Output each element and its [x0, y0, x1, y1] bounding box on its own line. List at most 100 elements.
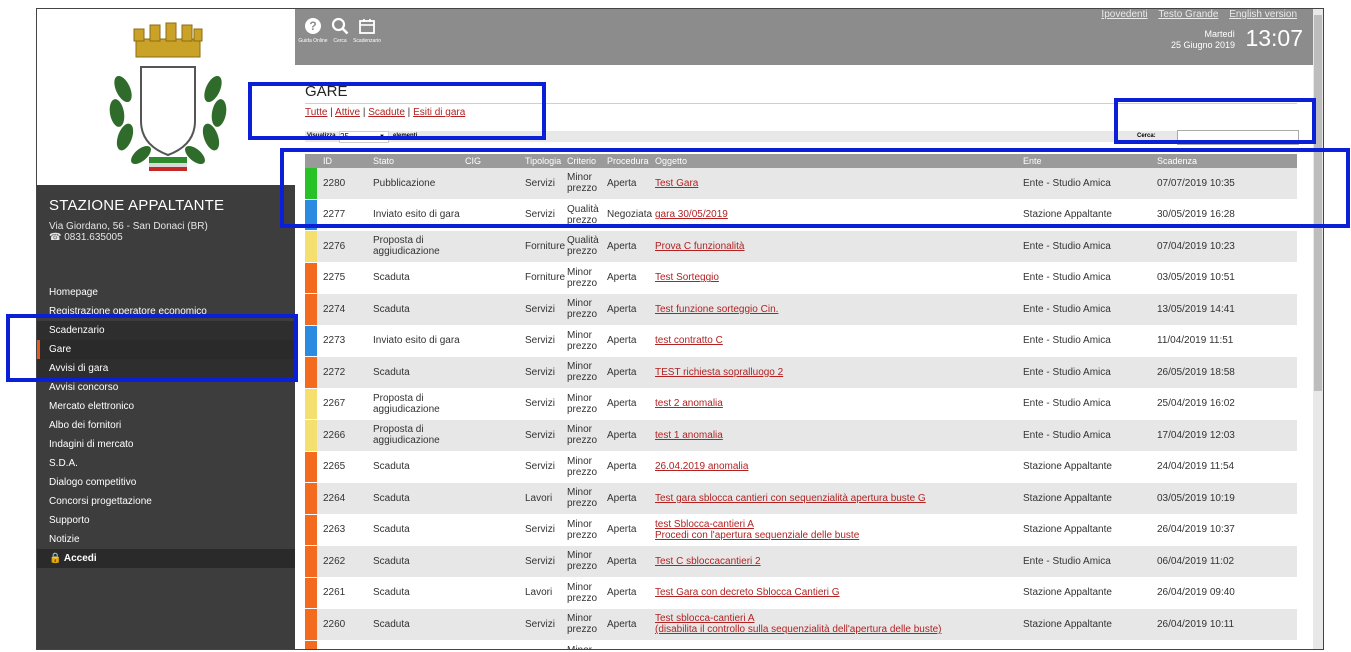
- cell-criterio-text: Minor prezzo: [567, 487, 598, 510]
- table-row[interactable]: 2266 Proposta di aggiudicazione Servizi Min…: [305, 420, 1297, 452]
- gara-link[interactable]: Test funzione sorteggio Cin.: [655, 304, 778, 315]
- cell-stato: Scaduta: [373, 546, 463, 577]
- cell-ente-text: Ente - Studio Amica: [1023, 335, 1111, 347]
- cell-tipologia-text: Servizi: [525, 335, 556, 347]
- cell-procedura-text: Aperta: [607, 429, 637, 441]
- cell-stato-text: Proposta di aggiudicazione: [373, 424, 440, 447]
- sidebar-item-mercato[interactable]: Mercato elettronico: [37, 397, 295, 416]
- cell-scadenza-text: 07/04/2019 10:23: [1157, 240, 1235, 252]
- gara-link[interactable]: Test Sorteggio: [655, 272, 719, 283]
- cell-stato-text: Scaduta: [373, 366, 410, 378]
- status-color-bar: [305, 451, 317, 482]
- cell-procedura-text: Aperta: [607, 555, 637, 567]
- gara-link[interactable]: Test Gara con decreto Sblocca Cantieri G: [655, 587, 840, 598]
- table-row[interactable]: 2260 Scaduta Servizi Minor prezzo Aperta Test…: [305, 609, 1297, 641]
- cell-tipologia-text: Servizi: [525, 555, 556, 567]
- cell-procedura-text: Aperta: [607, 272, 637, 284]
- gara-link[interactable]: Prova C funzionalità: [655, 241, 745, 252]
- sidebar-item-supporto[interactable]: Supporto: [37, 511, 295, 530]
- cell-procedura-text: Aperta: [607, 335, 637, 347]
- cell-id-text: 2267: [323, 398, 346, 410]
- gara-link-subtitle[interactable]: (disabilita il controllo sulla sequenzia…: [655, 624, 942, 635]
- sidebar-item-accedi[interactable]: 🔒 Accedi: [37, 549, 295, 568]
- gara-link[interactable]: 26.04.2019 anomalia: [655, 461, 748, 472]
- cell-tipologia: Forniture: [525, 231, 567, 262]
- cell-criterio-text: Minor prezzo: [567, 392, 598, 415]
- cell-oggetto: Test Sorteggio: [655, 263, 1019, 294]
- cell-scadenza: 24/04/2019 11:54: [1157, 452, 1287, 483]
- gara-link[interactable]: test Sblocca-cantieri A: [655, 519, 754, 530]
- cell-stato-text: Scaduta: [373, 272, 410, 284]
- table-row[interactable]: 2272 Scaduta Servizi Minor prezzo Aperta TEST…: [305, 357, 1297, 389]
- cell-ente: Ente - Studio Amica: [1023, 420, 1153, 451]
- cell-stato-text: Scaduta: [373, 587, 410, 599]
- tool-search[interactable]: Cerca: [329, 17, 351, 44]
- gara-link[interactable]: Test C sbloccacantieri 2: [655, 556, 761, 567]
- cell-cig: [465, 578, 523, 609]
- cell-procedura: Aperta: [607, 578, 655, 609]
- sidebar-item-dialogo[interactable]: Dialogo competitivo: [37, 473, 295, 492]
- link-english[interactable]: English version: [1229, 9, 1297, 20]
- sidebar-item-sda[interactable]: S.D.A.: [37, 454, 295, 473]
- tool-help[interactable]: ? Guida Online: [297, 17, 329, 44]
- cell-criterio-text: Minor prezzo: [567, 613, 598, 636]
- cell-tipologia: Lavori: [525, 578, 567, 609]
- sidebar-item-homepage[interactable]: Homepage: [37, 283, 295, 302]
- gara-link[interactable]: Test sblocca-cantieri A: [655, 613, 755, 624]
- cell-ente-text: Ente - Studio Amica: [1023, 555, 1111, 567]
- cell-stato-text: Scaduta: [373, 461, 410, 473]
- cell-stato: Proposta di aggiudicazione: [373, 389, 463, 420]
- gara-link-subtitle[interactable]: Procedi con l'apertura sequenziale delle…: [655, 530, 859, 541]
- cell-procedura: Aperta: [607, 326, 655, 357]
- sidebar-item-notizie[interactable]: Notizie: [37, 530, 295, 549]
- gara-link[interactable]: test contratto C: [655, 335, 723, 346]
- cell-id-text: 2273: [323, 335, 346, 347]
- table-row[interactable]: 2267 Proposta di aggiudicazione Servizi Min…: [305, 388, 1297, 420]
- link-testo-grande[interactable]: Testo Grande: [1158, 9, 1218, 20]
- status-color-bar: [305, 514, 317, 545]
- cell-ente-text: Ente - Studio Amica: [1023, 429, 1111, 441]
- cell-ente-text: Ente - Studio Amica: [1023, 272, 1111, 284]
- table-row[interactable]: 2274 Scaduta Servizi Minor prezzo Aperta Test…: [305, 294, 1297, 326]
- table-row[interactable]: 2261 Scaduta Lavori Minor prezzo Aperta Test …: [305, 577, 1297, 609]
- cell-criterio: Minor prezzo: [567, 641, 605, 649]
- tool-scadenzario[interactable]: Scadenzario: [351, 17, 383, 44]
- cell-stato: Proposta di aggiudicazione: [373, 420, 463, 451]
- cell-id: 2276: [323, 231, 369, 262]
- date-label: 25 Giugno 2019: [1170, 40, 1235, 50]
- cell-stato: Scaduta: [373, 641, 463, 650]
- cell-tipologia: Servizi: [525, 357, 567, 388]
- table-row[interactable]: 2264 Scaduta Lavori Minor prezzo Aperta Test …: [305, 483, 1297, 515]
- sidebar-item-indagini[interactable]: Indagini di mercato: [37, 435, 295, 454]
- cell-oggetto: Test sblocca-cantieri A (disabilita il co…: [655, 609, 1019, 640]
- gara-link[interactable]: TEST richiesta sopralluogo 2: [655, 367, 783, 378]
- gara-link[interactable]: test 1 anomalia: [655, 430, 723, 441]
- cell-ente-text: Stazione Appaltante: [1023, 618, 1112, 630]
- table-row[interactable]: 2263 Scaduta Servizi Minor prezzo Aperta test…: [305, 514, 1297, 546]
- sidebar-item-albo[interactable]: Albo dei fornitori: [37, 416, 295, 435]
- table-row[interactable]: 2275 Scaduta Forniture Minor prezzo Aperta Te…: [305, 262, 1297, 294]
- table-row[interactable]: 2273 Inviato esito di gara Servizi Minor pr…: [305, 325, 1297, 357]
- table-row[interactable]: 2262 Scaduta Servizi Minor prezzo Aperta Test…: [305, 546, 1297, 578]
- cell-ente: Ente - Studio Amica: [1023, 263, 1153, 294]
- sidebar-item-concorsi[interactable]: Concorsi progettazione: [37, 492, 295, 511]
- table-row[interactable]: 2259 Scaduta ServiziMinor prezzoApertaTest…: [305, 640, 1297, 650]
- cell-ente: Stazione Appaltante: [1023, 452, 1153, 483]
- gara-link[interactable]: Test gara sblocca cantieri con sequenzia…: [655, 493, 926, 504]
- cell-id: 2262: [323, 546, 369, 577]
- link-ipovedenti[interactable]: Ipovedenti: [1101, 9, 1147, 20]
- cell-id-text: 2264: [323, 492, 346, 504]
- cell-scadenza: 07/04/2019 10:23: [1157, 231, 1287, 262]
- cell-procedura-text: Aperta: [607, 524, 637, 536]
- cell-id-text: 2263: [323, 524, 346, 536]
- top-bar: ? Guida Online Cerca Scadenzario Ipovede…: [295, 9, 1313, 65]
- cell-tipologia: Servizi: [525, 452, 567, 483]
- cell-stato: Proposta di aggiudicazione: [373, 231, 463, 262]
- gara-link[interactable]: test 2 anomalia: [655, 398, 723, 409]
- cell-stato: Scaduta: [373, 263, 463, 294]
- table-row[interactable]: 2265 Scaduta Servizi Minor prezzo Aperta 26.0…: [305, 451, 1297, 483]
- cell-stato: Scaduta: [373, 452, 463, 483]
- cell-id: 2259: [323, 641, 369, 650]
- table-row[interactable]: 2276 Proposta di aggiudicazione Forniture Q…: [305, 231, 1297, 263]
- cell-oggetto: Test C sbloccacantieri 2: [655, 546, 1019, 577]
